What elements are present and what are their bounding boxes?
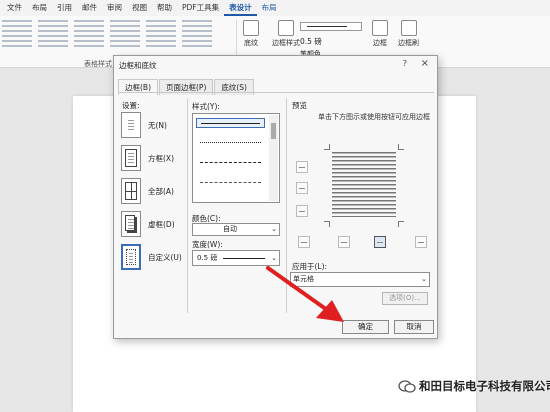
setting-none-icon — [121, 112, 141, 138]
line-style-long-dash[interactable] — [196, 178, 265, 188]
group-label-table-styles: 表格样式 — [84, 60, 112, 68]
color-select[interactable]: 自动 ⌄ — [192, 223, 280, 236]
menu-pdf-tools[interactable]: PDF工具集 — [177, 0, 224, 16]
inside-horizontal-border-button[interactable] — [296, 182, 308, 194]
setting-custom-icon — [121, 244, 141, 270]
bottom-border-button[interactable] — [296, 205, 308, 217]
help-icon[interactable]: ? — [403, 59, 407, 68]
border-painter-button[interactable]: 边框刷 — [398, 20, 419, 48]
menu-file[interactable]: 文件 — [2, 0, 27, 16]
setting-none-label: 无(N) — [148, 120, 167, 130]
dialog-title: 边框和底纹 — [119, 61, 157, 70]
line-style-list[interactable] — [192, 113, 280, 203]
line-style-solid[interactable] — [196, 118, 265, 128]
preview-hint: 单击下方图示或使用按钮可应用边框 — [318, 113, 430, 121]
setting-all[interactable]: 全部(A) — [121, 178, 174, 204]
left-border-button[interactable] — [338, 236, 350, 248]
chevron-down-icon: ⌄ — [271, 225, 277, 233]
menu-mailings[interactable]: 邮件 — [77, 0, 102, 16]
setting-custom-label: 自定义(U) — [148, 252, 182, 262]
close-icon[interactable]: × — [421, 58, 429, 69]
apply-to-value: 单元格 — [293, 275, 314, 283]
top-border-button[interactable] — [296, 161, 308, 173]
options-button[interactable]: 选项(O)... — [382, 292, 428, 305]
menu-view[interactable]: 视图 — [127, 0, 152, 16]
setting-all-label: 全部(A) — [148, 186, 174, 196]
width-select[interactable]: 0.5 磅 ⌄ — [192, 250, 280, 266]
pen-style-select[interactable] — [300, 22, 362, 31]
menu-bar: 文件 布局 引用 邮件 审阅 视图 帮助 PDF工具集 表设计 布局 — [0, 0, 550, 16]
tab-table-layout[interactable]: 布局 — [257, 0, 282, 16]
setting-custom[interactable]: 自定义(U) — [121, 244, 182, 270]
watermark-text: 和田目标电子科技有限公司 — [419, 379, 550, 393]
style-label: 样式(Y): — [192, 102, 220, 111]
border-style-icon — [278, 20, 294, 36]
chevron-down-icon: ⌄ — [271, 254, 277, 262]
borders-shading-dialog: 边框和底纹 ? × 边框(B) 页面边框(P) 底纹(S) 设置: 无(N) 方… — [113, 55, 438, 339]
color-value: 自动 — [223, 225, 237, 233]
setting-grid[interactable]: 虚框(D) — [121, 211, 175, 237]
ok-button[interactable]: 确定 — [342, 320, 389, 334]
settings-label: 设置: — [122, 101, 140, 110]
menu-layout[interactable]: 布局 — [27, 0, 52, 16]
shading-button[interactable]: 底纹 — [243, 20, 259, 48]
watermark: 和田目标电子科技有限公司 — [398, 378, 550, 394]
line-style-dashed[interactable] — [196, 158, 265, 168]
apply-to-select[interactable]: 单元格 ⌄ — [290, 272, 430, 287]
paint-bucket-icon — [243, 20, 259, 36]
preview-corner — [398, 144, 404, 150]
width-label: 宽度(W): — [192, 240, 223, 249]
preview-corner — [398, 221, 404, 227]
diagonal-up-border-button[interactable] — [415, 236, 427, 248]
apply-to-label: 应用于(L): — [292, 262, 328, 271]
menu-review[interactable]: 审阅 — [102, 0, 127, 16]
borders-button[interactable]: 边框 — [372, 20, 388, 48]
borders-icon — [372, 20, 388, 36]
preview-corner — [324, 144, 330, 150]
preview-label: 预览 — [292, 101, 307, 110]
setting-grid-label: 虚框(D) — [148, 219, 175, 229]
tab-table-design[interactable]: 表设计 — [224, 0, 257, 16]
inside-vertical-border-button[interactable] — [374, 236, 386, 248]
table-style-thumb[interactable] — [110, 20, 140, 50]
wechat-icon — [398, 379, 416, 393]
line-style-dotted[interactable] — [196, 138, 265, 148]
borders-label: 边框 — [373, 39, 387, 47]
column-divider — [187, 98, 188, 313]
setting-box-label: 方框(X) — [148, 153, 174, 163]
cancel-button[interactable]: 取消 — [394, 320, 434, 334]
diagonal-down-border-button[interactable] — [298, 236, 310, 248]
preview-text-lines — [332, 152, 396, 217]
table-style-thumb[interactable] — [74, 20, 104, 50]
table-style-thumb[interactable] — [38, 20, 68, 50]
menu-help[interactable]: 帮助 — [152, 0, 177, 16]
menu-references[interactable]: 引用 — [52, 0, 77, 16]
shading-label: 底纹 — [244, 39, 258, 47]
setting-box-icon — [121, 145, 141, 171]
border-styles-label: 边框样式 — [272, 39, 300, 47]
border-painter-icon — [400, 20, 417, 36]
setting-box[interactable]: 方框(X) — [121, 145, 174, 171]
setting-all-icon — [121, 178, 141, 204]
table-styles-gallery[interactable] — [2, 20, 230, 56]
table-style-thumb[interactable] — [146, 20, 176, 50]
pen-weight-select[interactable]: 0.5 磅 — [300, 36, 362, 47]
border-styles-button[interactable]: 边框样式 — [272, 20, 300, 48]
border-painter-label: 边框刷 — [398, 39, 419, 47]
scrollbar-thumb[interactable] — [271, 123, 276, 139]
table-style-thumb[interactable] — [182, 20, 212, 50]
chevron-down-icon: ⌄ — [421, 275, 427, 283]
column-divider — [286, 98, 287, 313]
setting-grid-icon — [121, 211, 141, 237]
table-style-thumb[interactable] — [2, 20, 32, 50]
style-list-scrollbar[interactable] — [269, 115, 278, 201]
setting-none[interactable]: 无(N) — [121, 112, 167, 138]
width-sample-line — [223, 258, 265, 259]
preview-corner — [324, 221, 330, 227]
border-preview[interactable] — [324, 144, 404, 227]
